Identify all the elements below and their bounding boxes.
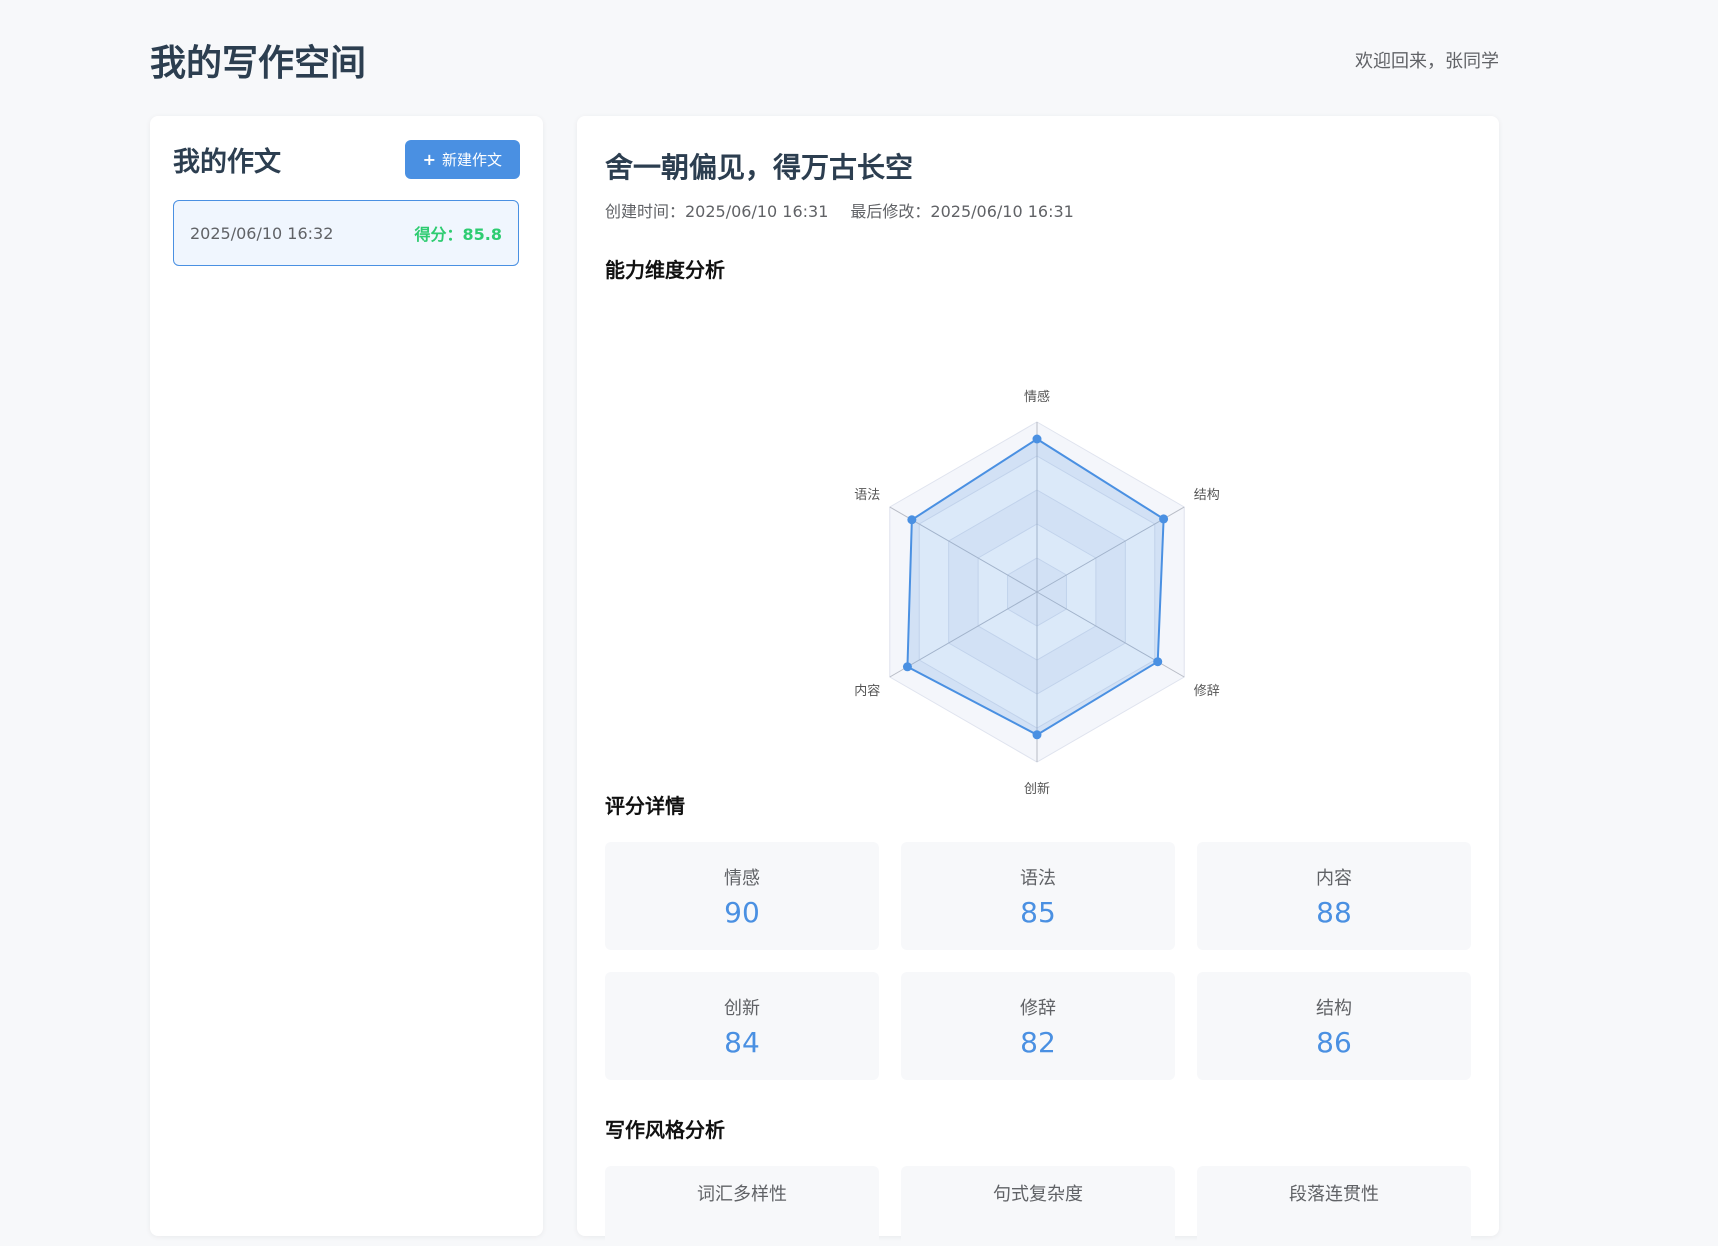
- score-value: 90: [724, 895, 760, 929]
- ability-radar-chart: 情感结构修辞创新 内容 语法: [854, 389, 1220, 797]
- radar-axis-label: 内容: [854, 683, 880, 699]
- style-card-vocabulary: 词汇多样性: [605, 1166, 879, 1246]
- radar-data-point: [1153, 657, 1163, 667]
- radar-section-title: 能力维度分析: [605, 258, 725, 282]
- score-grid: 情感 90 语法 85 内容 88 创新 84 修辞 82 结构 86: [605, 842, 1471, 1080]
- score-value: 82: [1020, 1025, 1056, 1059]
- radar-data-point: [902, 662, 912, 672]
- essay-sidebar: 我的作文 + 新建作文 2025/06/10 16:32 得分：85.8: [150, 116, 543, 1236]
- score-card-emotion: 情感 90: [605, 842, 879, 950]
- style-label: 词汇多样性: [697, 1184, 787, 1205]
- radar-axis-label: 结构: [1194, 488, 1220, 503]
- radar-axis-label: 创新: [1024, 781, 1050, 797]
- style-label: 句式复杂度: [993, 1184, 1083, 1205]
- score-label: 情感: [724, 867, 760, 889]
- style-section-title: 写作风格分析: [605, 1118, 725, 1142]
- style-card-coherence: 段落连贯性: [1197, 1166, 1471, 1246]
- score-card-grammar: 语法 85: [901, 842, 1175, 950]
- new-essay-label: 新建作文: [441, 150, 502, 169]
- modified-time: 最后修改：2025/06/10 16:31: [850, 202, 1074, 221]
- score-value: 86: [1316, 1025, 1352, 1059]
- score-label: 修辞: [1020, 997, 1056, 1019]
- radar-axis-label: 情感: [1024, 389, 1050, 405]
- scores-section-title: 评分详情: [605, 794, 685, 818]
- score-card-rhetoric: 修辞 82: [901, 972, 1175, 1080]
- radar-data-point: [1032, 730, 1042, 740]
- score-label: 创新: [724, 997, 760, 1019]
- score-value: 88: [1316, 895, 1352, 929]
- score-card-content: 内容 88: [1197, 842, 1471, 950]
- essay-score: 得分：85.8: [414, 225, 502, 244]
- essay-date: 2025/06/10 16:32: [190, 223, 334, 243]
- score-label: 语法: [1020, 867, 1056, 889]
- score-value: 85: [1020, 895, 1056, 929]
- essay-title: 舍一朝偏见，得万古长空: [605, 151, 914, 184]
- style-label: 段落连贯性: [1289, 1184, 1379, 1205]
- essay-detail-panel: 舍一朝偏见，得万古长空 创建时间：2025/06/10 16:31 最后修改：2…: [577, 116, 1499, 1246]
- score-card-innovation: 创新 84: [605, 972, 879, 1080]
- score-card-structure: 结构 86: [1197, 972, 1471, 1080]
- essay-list-item[interactable]: 2025/06/10 16:32 得分：85.8: [173, 200, 519, 266]
- score-label: 结构: [1316, 997, 1352, 1019]
- radar-axis-label: 语法: [854, 488, 880, 503]
- radar-data-point: [907, 515, 917, 525]
- created-time: 创建时间：2025/06/10 16:31: [605, 202, 829, 221]
- radar-axis-label: 修辞: [1194, 684, 1220, 699]
- welcome-message: 欢迎回来，张同学: [1355, 51, 1499, 72]
- plus-icon: +: [422, 149, 436, 169]
- essay-meta: 创建时间：2025/06/10 16:31 最后修改：2025/06/10 16…: [605, 198, 1074, 222]
- sidebar-title: 我的作文: [173, 146, 281, 178]
- style-card-sentence: 句式复杂度: [901, 1166, 1175, 1246]
- app-title: 我的写作空间: [150, 43, 367, 84]
- radar-data-point: [1159, 514, 1169, 524]
- radar-data-point: [1032, 434, 1042, 444]
- score-value: 84: [724, 1025, 760, 1059]
- score-label: 内容: [1316, 867, 1352, 889]
- sidebar-header: 我的作文 + 新建作文: [173, 139, 520, 179]
- style-grid: 词汇多样性 句式复杂度 段落连贯性: [605, 1166, 1471, 1246]
- page-header: 我的写作空间 欢迎回来，张同学: [150, 34, 1499, 86]
- new-essay-button[interactable]: + 新建作文: [404, 139, 520, 179]
